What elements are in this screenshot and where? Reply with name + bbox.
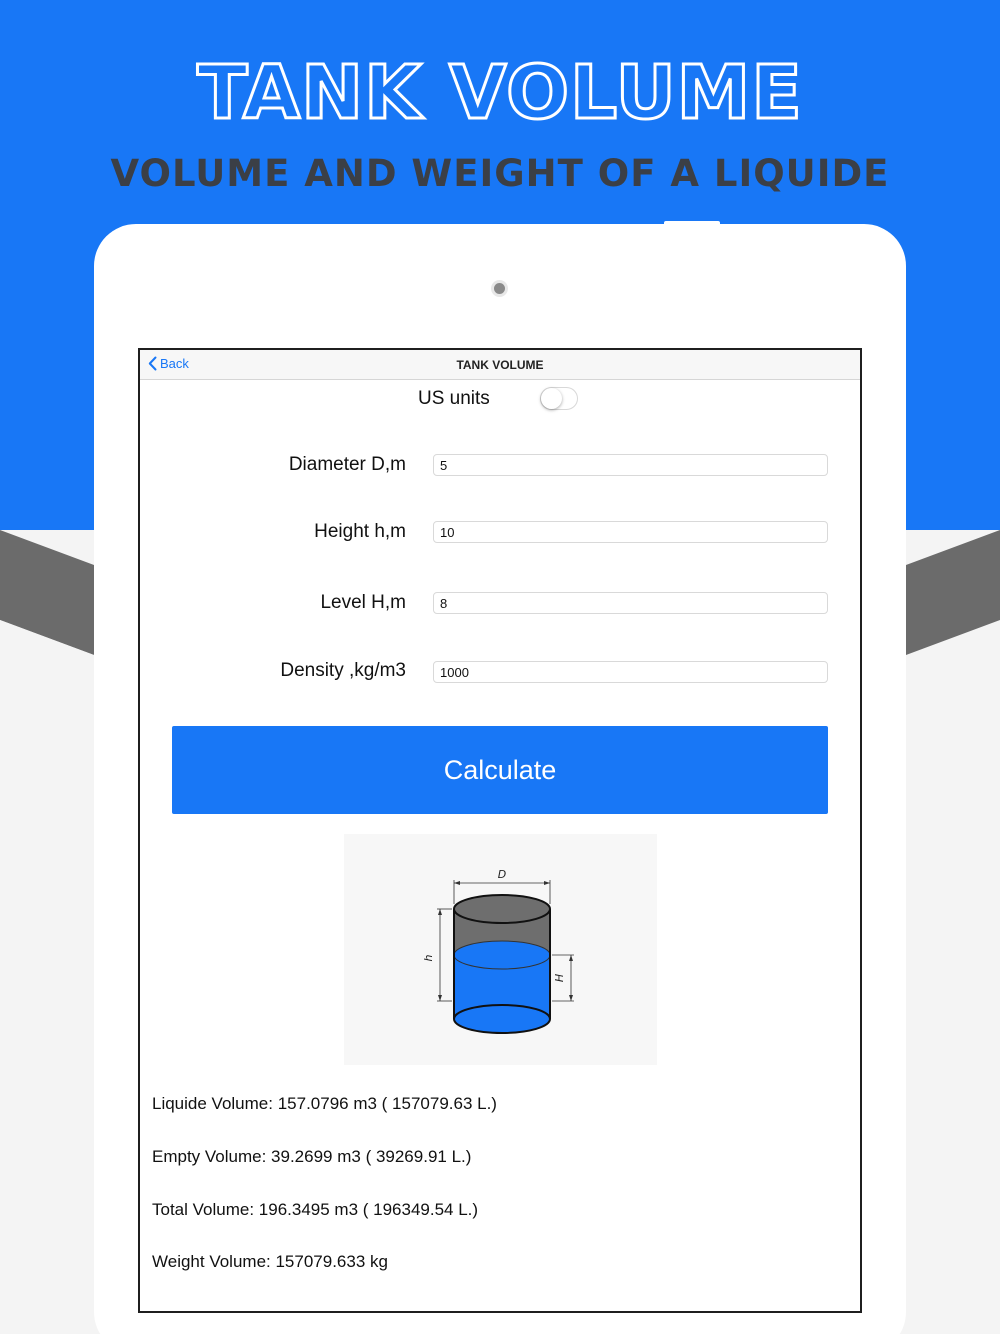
- level-input[interactable]: [433, 592, 828, 614]
- nav-title: TANK VOLUME: [456, 358, 544, 372]
- tablet-button: [664, 221, 720, 226]
- diameter-dimension-label: D: [498, 868, 506, 881]
- diameter-input[interactable]: [433, 454, 828, 476]
- level-dimension-label: H: [553, 974, 566, 982]
- density-label: Density ,kg/m3: [280, 660, 406, 681]
- us-units-toggle[interactable]: [540, 387, 578, 410]
- us-units-label: US units: [418, 388, 490, 409]
- camera-icon: [494, 283, 505, 294]
- tank-top: [453, 894, 551, 924]
- height-dimension-label: h: [422, 954, 435, 961]
- tank-bottom: [453, 1004, 551, 1034]
- toggle-knob: [541, 388, 562, 409]
- tank-diagram: D h H: [344, 834, 657, 1065]
- hero-title: TANK VOLUME: [196, 49, 804, 138]
- weight-result: Weight Volume: 157079.633 kg: [152, 1252, 388, 1271]
- liquid-volume-result: Liquide Volume: 157.0796 m3 ( 157079.63 …: [152, 1094, 497, 1113]
- us-units-row: US units: [140, 386, 860, 414]
- calculate-button[interactable]: Calculate: [172, 726, 828, 814]
- liquid-surface: [453, 940, 551, 970]
- height-input[interactable]: [433, 521, 828, 543]
- height-label: Height h,m: [314, 521, 406, 542]
- total-volume-result: Total Volume: 196.3495 m3 ( 196349.54 L.…: [152, 1200, 479, 1219]
- app-screen: Back TANK VOLUME US units Diameter D,m H…: [138, 348, 862, 1313]
- empty-volume-result: Empty Volume: 39.2699 m3 ( 39269.91 L.): [152, 1147, 472, 1166]
- tank-diagram-svg: D h H: [422, 868, 574, 1034]
- diameter-label: Diameter D,m: [288, 454, 406, 475]
- density-input[interactable]: [433, 661, 828, 683]
- level-label: Level H,m: [320, 592, 406, 613]
- hero-subtitle: VOLUME AND WEIGHT OF A LIQUIDE: [110, 152, 890, 195]
- navigation-bar: Back TANK VOLUME: [140, 350, 860, 380]
